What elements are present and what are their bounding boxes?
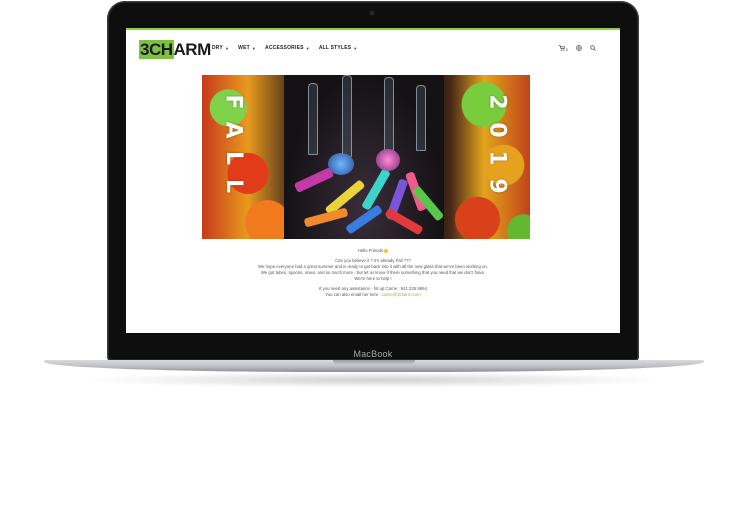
globe-icon xyxy=(576,45,582,51)
laptop-screen: 3CHARM DRY ▼ WET ▼ ACCESSORIES ▼ ALL STY… xyxy=(126,28,620,333)
glass-tube xyxy=(384,77,394,155)
nav-item-label: ALL STYLES xyxy=(318,45,352,51)
cart-count: 0 xyxy=(565,47,568,52)
email-link[interactable]: carrie@3charm.com xyxy=(382,292,421,297)
banner-letter: 0 xyxy=(484,122,510,138)
glass-pipe xyxy=(384,207,424,236)
banner-letter: 9 xyxy=(484,178,510,194)
logo-badge-3: 3CH xyxy=(139,40,174,59)
glass-tube xyxy=(342,75,352,157)
glass-pipe xyxy=(293,167,335,193)
banner-year-text: 2 0 1 9 xyxy=(484,91,509,197)
cart-button[interactable]: 0 xyxy=(558,45,568,53)
hero-banner[interactable]: F A L L 2 0 1 9 xyxy=(202,75,530,239)
banner-letter: A xyxy=(220,121,246,139)
nav-item-label: DRY xyxy=(212,45,223,51)
glass-bowl xyxy=(328,153,354,175)
laptop-hinge-notch xyxy=(333,360,415,364)
message-content: Hello Friends Can you believe it ? it's … xyxy=(126,248,620,298)
greeting-text: Hello Friends xyxy=(357,248,384,253)
nav-item-label: WET xyxy=(238,45,250,51)
chevron-down-icon: ▼ xyxy=(305,45,310,51)
search-button[interactable] xyxy=(590,45,596,53)
glass-photo xyxy=(284,75,445,239)
cart-icon xyxy=(558,45,566,51)
site-logo[interactable]: 3CHARM xyxy=(138,37,211,63)
email-prefix: You can also email her here : xyxy=(325,292,382,297)
laptop-shadow xyxy=(80,372,670,388)
banner-letter: F xyxy=(220,94,246,110)
nav-item-all-styles[interactable]: ALL STYLES ▼ xyxy=(319,45,358,51)
globe-button[interactable] xyxy=(576,45,582,53)
glass-tube xyxy=(416,85,426,151)
top-accent-bar xyxy=(126,28,620,30)
main-nav: DRY ▼ WET ▼ ACCESSORIES ▼ ALL STYLES ▼ xyxy=(212,45,357,51)
banner-letter: 2 xyxy=(484,94,510,110)
nav-item-dry[interactable]: DRY ▼ xyxy=(212,45,229,51)
chevron-down-icon: ▼ xyxy=(224,45,230,51)
glass-pipe xyxy=(345,204,383,235)
search-icon xyxy=(590,45,596,51)
header-actions: 0 xyxy=(558,45,596,53)
chevron-down-icon: ▼ xyxy=(353,45,358,51)
glass-tube xyxy=(308,83,318,155)
banner-letter: 1 xyxy=(484,150,510,166)
logo-rest: ARM xyxy=(173,40,212,59)
email-line: You can also email her here : carrie@3ch… xyxy=(126,292,620,298)
banner-fall-text: F A L L xyxy=(220,91,246,197)
banner-letter: L xyxy=(220,178,246,194)
banner-letter: L xyxy=(220,150,246,166)
chevron-down-icon: ▼ xyxy=(251,45,257,51)
smiley-icon xyxy=(384,248,389,253)
logo-text: 3CHARM xyxy=(139,40,211,60)
nav-item-accessories[interactable]: ACCESSORIES ▼ xyxy=(265,45,310,51)
nav-item-label: ACCESSORIES xyxy=(265,45,304,51)
device-brand-label: MacBook xyxy=(353,349,393,359)
glass-bowl xyxy=(376,149,400,171)
nav-item-wet[interactable]: WET ▼ xyxy=(238,45,256,51)
camera-icon xyxy=(370,11,374,15)
